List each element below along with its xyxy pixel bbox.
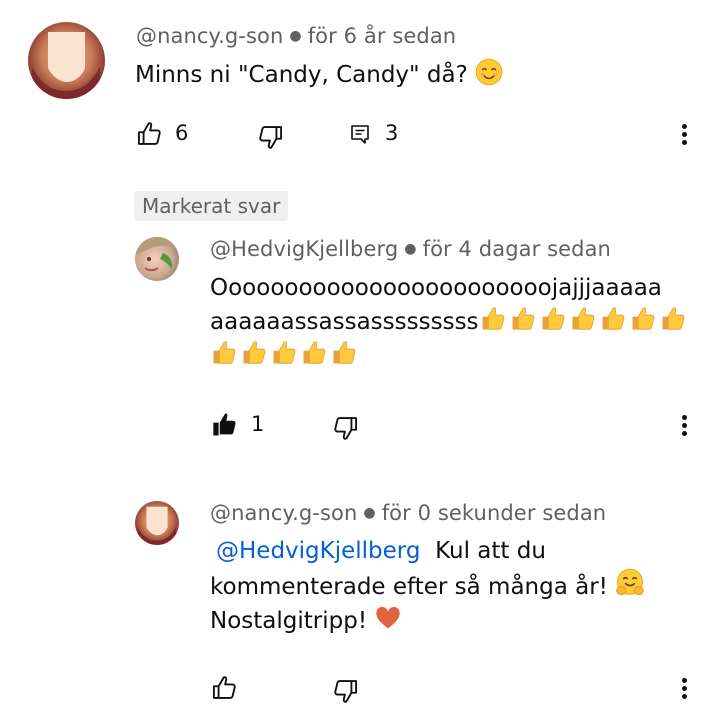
reply-text: Oooooooooooooooooooooooojajjjaaaaa aaaaa… xyxy=(210,272,690,373)
reply-text-line: Oooooooooooooooooooooooojajjjaaaaa xyxy=(210,275,662,301)
hug-emoji xyxy=(615,568,645,598)
author-name[interactable]: @nancy.g-son xyxy=(210,501,357,525)
avatar[interactable] xyxy=(28,22,105,99)
reply-icon xyxy=(348,122,372,146)
highlighted-reply-badge: Markerat svar xyxy=(134,191,289,221)
thumbs-up-icon xyxy=(211,411,239,439)
like-count: 1 xyxy=(251,412,265,436)
avatar[interactable] xyxy=(135,501,179,545)
reply-count: 3 xyxy=(385,121,399,145)
avatar[interactable] xyxy=(135,237,179,281)
thumbs-up-icon xyxy=(136,120,164,148)
mention-link[interactable]: @HedvigKjellberg xyxy=(216,538,420,564)
more-vert-icon xyxy=(682,678,687,683)
reply-meta: @HedvigKjellberg ● för 4 dagar sedan xyxy=(210,237,611,261)
like-button[interactable] xyxy=(210,673,240,703)
thumbs-up-emoji xyxy=(210,339,238,367)
thumbs-up-emoji xyxy=(479,305,507,333)
timestamp[interactable]: för 0 sekunder sedan xyxy=(382,501,607,525)
dislike-button[interactable] xyxy=(330,413,360,443)
reply-text-line: aaaaaassassasssssssss xyxy=(210,305,690,339)
thumbs-up-emoji-row xyxy=(210,339,690,373)
more-options-button[interactable] xyxy=(674,668,694,708)
timestamp[interactable]: för 4 dagar sedan xyxy=(423,237,611,261)
like-count: 6 xyxy=(175,121,189,145)
separator-dot: ● xyxy=(289,28,302,44)
comment-meta: @nancy.g-son ● för 6 år sedan xyxy=(136,24,456,48)
thumbs-up-emoji xyxy=(330,339,358,367)
reply-meta: @nancy.g-son ● för 0 sekunder sedan xyxy=(210,501,606,525)
more-vert-icon xyxy=(682,124,687,129)
author-name[interactable]: @nancy.g-son xyxy=(136,24,283,48)
reply-text-line: @HedvigKjellberg Kul att du xyxy=(216,538,546,564)
thumbs-down-icon xyxy=(256,123,284,151)
reply-text-line: Nostalgitripp! xyxy=(210,604,690,638)
thumbs-up-emoji-row xyxy=(479,309,687,335)
thumbs-up-emoji xyxy=(629,305,657,333)
heart-emoji xyxy=(374,604,402,632)
separator-dot: ● xyxy=(363,505,376,521)
comment-text-content: Minns ni "Candy, Candy" då? xyxy=(135,62,468,88)
separator-dot: ● xyxy=(404,241,417,257)
dislike-button[interactable] xyxy=(255,122,285,152)
reply-button[interactable] xyxy=(346,120,374,148)
reply-text: @HedvigKjellberg Kul att du kommenterade… xyxy=(210,535,690,638)
thumbs-up-icon xyxy=(211,674,239,702)
more-options-button[interactable] xyxy=(674,114,694,154)
thumbs-up-emoji xyxy=(569,305,597,333)
thumbs-up-emoji xyxy=(240,339,268,367)
more-options-button[interactable] xyxy=(674,405,694,445)
more-vert-icon xyxy=(682,415,687,420)
comment-text: Minns ni "Candy, Candy" då? xyxy=(135,58,503,92)
like-button-active[interactable] xyxy=(210,410,240,440)
thumbs-up-emoji xyxy=(659,305,687,333)
thumbs-up-emoji xyxy=(270,339,298,367)
thumbs-down-icon xyxy=(331,677,359,705)
timestamp[interactable]: för 6 år sedan xyxy=(308,24,457,48)
like-button[interactable] xyxy=(135,119,165,149)
thumbs-up-emoji xyxy=(599,305,627,333)
thumbs-up-emoji xyxy=(509,305,537,333)
thumbs-up-emoji xyxy=(300,339,328,367)
author-name[interactable]: @HedvigKjellberg xyxy=(210,237,398,261)
thumbs-up-emoji xyxy=(539,305,567,333)
reply-text-line: kommenterade efter så många år! xyxy=(210,568,690,604)
smile-emoji xyxy=(475,58,503,86)
thumbs-down-icon xyxy=(331,414,359,442)
dislike-button[interactable] xyxy=(330,676,360,706)
